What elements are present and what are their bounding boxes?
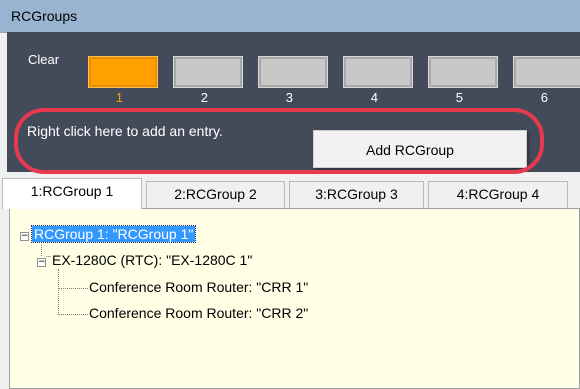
slot-5-button[interactable] <box>428 56 498 88</box>
tree-connector <box>58 314 88 315</box>
slot-1-number: 1 <box>115 90 123 105</box>
slot-2-number: 2 <box>200 90 208 105</box>
tree-connector <box>58 269 59 315</box>
tab-rcgroup-2[interactable]: 2:RCGroup 2 <box>146 181 285 208</box>
tab-label: 1:RCGroup 1 <box>30 183 114 199</box>
context-menu: Add RCGroup <box>313 130 527 168</box>
tree-view[interactable]: − RCGroup 1: "RCGroup 1" − EX-1280C (RTC… <box>9 208 580 389</box>
slot-1-button[interactable] <box>88 56 158 88</box>
tab-bar: 1:RCGroup 1 2:RCGroup 2 3:RCGroup 3 4:RC… <box>0 178 580 209</box>
collapse-child-icon[interactable]: − <box>37 258 46 267</box>
slot-5-number: 5 <box>455 90 463 105</box>
tree-connector <box>58 288 88 289</box>
tree-node-crr-1[interactable]: Conference Room Router: "CRR 1" <box>89 279 308 295</box>
tree-connector <box>46 256 51 257</box>
slot-6-button[interactable] <box>513 56 580 88</box>
window-title: RCGroups <box>11 8 78 24</box>
tab-label: 3:RCGroup 3 <box>315 186 398 202</box>
slot-3-button[interactable] <box>258 56 328 88</box>
slot-2-button[interactable] <box>173 56 243 88</box>
add-entry-hint[interactable]: Right click here to add an entry. <box>27 123 223 139</box>
tab-rcgroup-3[interactable]: 3:RCGroup 3 <box>289 181 424 208</box>
rcgroups-window: RCGroups Clear 1 2 3 4 5 6 Right click h… <box>0 0 580 389</box>
tree-node-ex1280c[interactable]: EX-1280C (RTC): "EX-1280C 1" <box>52 252 252 268</box>
tab-rcgroup-1[interactable]: 1:RCGroup 1 <box>2 178 142 209</box>
clear-button[interactable]: Clear <box>28 52 59 67</box>
tree-node-crr-2[interactable]: Conference Room Router: "CRR 2" <box>89 305 308 321</box>
collapse-root-icon[interactable]: − <box>20 232 29 241</box>
add-rcgroup-menu-item[interactable]: Add RCGroup <box>366 142 454 158</box>
tab-label: 4:RCGroup 4 <box>456 186 540 202</box>
tab-label: 2:RCGroup 2 <box>174 186 257 202</box>
slot-6-number: 6 <box>540 90 548 105</box>
tab-rcgroup-4[interactable]: 4:RCGroup 4 <box>428 181 568 208</box>
slot-4-number: 4 <box>370 90 378 105</box>
slot-3-number: 3 <box>285 90 293 105</box>
tree-node-rcgroup[interactable]: RCGroup 1: "RCGroup 1" <box>30 225 197 243</box>
tree-connector <box>41 245 42 256</box>
title-bar[interactable]: RCGroups <box>0 0 580 33</box>
slot-4-button[interactable] <box>343 56 413 88</box>
